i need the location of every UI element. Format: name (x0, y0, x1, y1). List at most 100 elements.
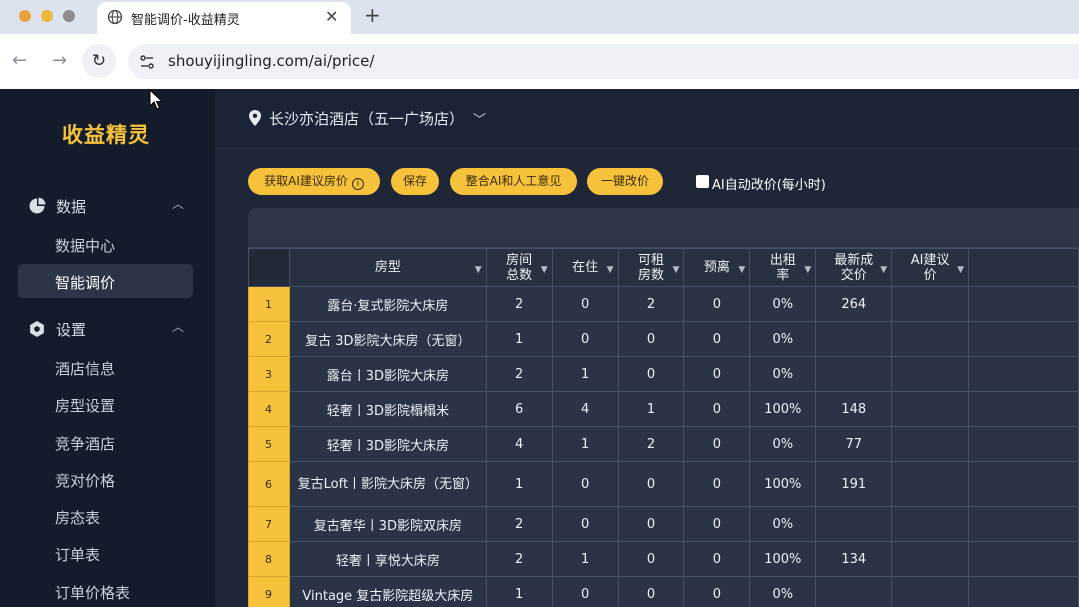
row-number[interactable]: 8 (248, 541, 290, 577)
cell-available[interactable]: 0 (617, 461, 685, 507)
cell-available[interactable]: 2 (617, 286, 685, 322)
row-number[interactable]: 7 (248, 506, 290, 542)
cell-total-rooms[interactable]: 2 (485, 541, 553, 577)
sidebar-item-room-settings[interactable]: 房型设置 (18, 387, 193, 421)
cell-occupancy-rate[interactable]: 0% (749, 576, 817, 607)
cell-latest-price[interactable]: 134 (815, 541, 893, 577)
cell-room-type[interactable]: 轻奢丨享悦大床房 (288, 541, 487, 577)
column-header-total-rooms[interactable]: 房间 总数 ▼ (485, 248, 553, 287)
sidebar-item-smart-pricing[interactable]: 智能调价 (18, 264, 193, 298)
sidebar-item-order-prices[interactable]: 订单价格表 (18, 574, 193, 607)
cell-occupancy-rate[interactable]: 0% (749, 506, 817, 542)
cell-ai-price[interactable] (891, 426, 970, 462)
cell-departing[interactable]: 0 (683, 391, 751, 427)
cell-total-rooms[interactable]: 1 (485, 576, 553, 607)
auto-price-checkbox[interactable] (696, 175, 709, 188)
cell-total-rooms[interactable]: 4 (485, 426, 553, 462)
cell-available[interactable]: 0 (617, 356, 685, 392)
row-number[interactable]: 9 (248, 576, 290, 607)
cell-latest-price[interactable] (815, 506, 893, 542)
cell-total-rooms[interactable]: 6 (485, 391, 553, 427)
cell-available[interactable]: 2 (617, 426, 685, 462)
cell-room-type[interactable]: 轻奢丨3D影院榻榻米 (288, 391, 487, 427)
cell-available[interactable]: 0 (617, 321, 685, 357)
site-settings-icon[interactable] (138, 53, 156, 71)
hotel-selector[interactable]: 长沙亦泊酒店（五一广场店） ﹀ (215, 89, 1079, 149)
cell-occupied[interactable]: 0 (551, 321, 619, 357)
chevron-up-icon[interactable]: ︿ (172, 195, 184, 212)
cell-ai-price[interactable] (891, 391, 970, 427)
sidebar-item-hotel-info[interactable]: 酒店信息 (18, 350, 193, 384)
cell-ai-price[interactable] (891, 461, 970, 507)
sort-caret-icon[interactable]: ▼ (607, 263, 614, 278)
table-row[interactable]: 8 轻奢丨享悦大床房 2 1 0 0 100% 134 (248, 541, 1079, 577)
cell-room-type[interactable]: 露台丨3D影院大床房 (288, 356, 487, 392)
cell-occupied[interactable]: 0 (551, 576, 619, 607)
cell-ai-price[interactable] (891, 541, 970, 577)
cell-room-type[interactable]: 露台·复式影院大床房 (288, 286, 487, 322)
column-header-ai-price[interactable]: AI建议价 ▼ (891, 248, 970, 287)
cell-total-rooms[interactable]: 1 (485, 461, 553, 507)
hotel-name[interactable]: 长沙亦泊酒店（五一广场店） (269, 108, 464, 129)
table-row[interactable]: 2 复古 3D影院大床房（无窗） 1 0 0 0 0% (248, 321, 1079, 357)
row-number[interactable]: 1 (248, 286, 290, 322)
column-header-occupancy-rate[interactable]: 出租率 ▼ (749, 248, 817, 287)
cell-departing[interactable]: 0 (683, 426, 751, 462)
cell-total-rooms[interactable]: 1 (485, 321, 553, 357)
back-arrow-icon[interactable]: ← (12, 50, 27, 71)
sort-caret-icon[interactable]: ▼ (880, 263, 887, 278)
column-header-occupied[interactable]: 在住 ▼ (551, 248, 619, 287)
cell-occupancy-rate[interactable]: 0% (749, 356, 817, 392)
table-row[interactable]: 4 轻奢丨3D影院榻榻米 6 4 1 0 100% 148 (248, 391, 1079, 427)
cell-latest-price[interactable]: 77 (815, 426, 893, 462)
save-button[interactable]: 保存 (391, 168, 439, 195)
sidebar-item-data-center[interactable]: 数据中心 (18, 227, 193, 261)
sort-caret-icon[interactable]: ▼ (804, 263, 811, 278)
sort-caret-icon[interactable]: ▼ (673, 263, 680, 278)
cell-latest-price[interactable] (815, 576, 893, 607)
cell-room-type[interactable]: Vintage 复古影院超级大床房 (288, 576, 487, 607)
cell-room-type[interactable]: 复古奢华丨3D影院双床房 (288, 506, 487, 542)
chevron-down-icon[interactable]: ﹀ (473, 109, 486, 128)
reload-icon[interactable]: ↻ (82, 44, 116, 78)
chevron-up-icon[interactable]: ︿ (172, 318, 184, 335)
window-minimize-button[interactable] (41, 10, 53, 22)
fetch-ai-price-button[interactable]: 获取AI建议房价 i (248, 168, 380, 195)
cell-occupancy-rate[interactable]: 100% (749, 391, 817, 427)
cell-departing[interactable]: 0 (683, 506, 751, 542)
table-row[interactable]: 5 轻奢丨3D影院大床房 4 1 2 0 0% 77 (248, 426, 1079, 462)
forward-arrow-icon[interactable]: → (52, 50, 67, 71)
browser-tab[interactable]: 智能调价-收益精灵 ✕ (97, 2, 351, 34)
table-row[interactable]: 3 露台丨3D影院大床房 2 1 0 0 0% (248, 356, 1079, 392)
window-maximize-button[interactable] (63, 10, 75, 22)
cell-occupied[interactable]: 1 (551, 541, 619, 577)
cell-occupied[interactable]: 1 (551, 426, 619, 462)
cell-available[interactable]: 0 (617, 506, 685, 542)
cell-departing[interactable]: 0 (683, 461, 751, 507)
column-header-available[interactable]: 可租 房数 ▼ (617, 248, 685, 287)
cell-occupancy-rate[interactable]: 0% (749, 426, 817, 462)
cell-room-type[interactable]: 复古 3D影院大床房（无窗） (288, 321, 487, 357)
column-header-room-type[interactable]: 房型 ▼ (288, 248, 487, 287)
sort-caret-icon[interactable]: ▼ (738, 263, 745, 278)
merge-opinions-button[interactable]: 整合AI和人工意见 (450, 168, 577, 195)
row-number[interactable]: 2 (248, 321, 290, 357)
row-number[interactable]: 4 (248, 391, 290, 427)
cell-ai-price[interactable] (891, 321, 970, 357)
cell-available[interactable]: 1 (617, 391, 685, 427)
cell-ai-price[interactable] (891, 576, 970, 607)
sort-caret-icon[interactable]: ▼ (475, 263, 482, 278)
cell-occupied[interactable]: 4 (551, 391, 619, 427)
url-field[interactable]: shouyijingling.com/ai/price/ (128, 44, 1079, 79)
cell-occupancy-rate[interactable]: 0% (749, 321, 817, 357)
cell-latest-price[interactable] (815, 356, 893, 392)
sidebar-section-settings[interactable]: 设置 ︿ (28, 318, 198, 342)
sidebar-item-room-status[interactable]: 房态表 (18, 499, 193, 533)
cell-room-type[interactable]: 复古Loft丨影院大床房（无窗） (288, 461, 487, 507)
tab-close-icon[interactable]: ✕ (325, 7, 338, 26)
cell-occupancy-rate[interactable]: 0% (749, 286, 817, 322)
cell-departing[interactable]: 0 (683, 321, 751, 357)
column-header-departing[interactable]: 预离 ▼ (683, 248, 751, 287)
apply-price-button[interactable]: 一键改价 (587, 168, 663, 195)
sidebar-item-competitor-hotels[interactable]: 竞争酒店 (18, 425, 193, 459)
